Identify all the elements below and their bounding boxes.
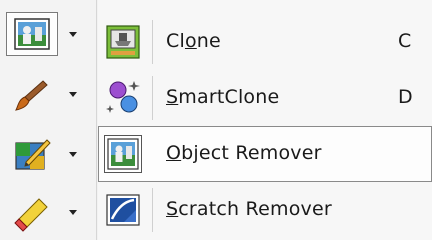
menu-item-label: Clone (166, 30, 221, 52)
smartclone-icon (106, 81, 140, 113)
tool-dropdown-arrow[interactable] (66, 88, 80, 100)
menu-item-smartclone[interactable]: SmartClone D (98, 70, 432, 126)
mnemonic: S (166, 86, 179, 108)
menu-item-object-remover[interactable]: Object Remover (98, 126, 432, 182)
menu-item-scratch-remover[interactable]: Scratch Remover (98, 182, 432, 238)
retouch-tools-menu: Clone C SmartClone D Object Remover Scra… (98, 0, 432, 240)
mnemonic: S (166, 198, 179, 220)
smartclone-icon-box (104, 79, 142, 117)
color-pencil-tool-icon-box[interactable] (6, 132, 58, 176)
mnemonic: O (166, 142, 182, 164)
menu-item-clone[interactable]: Clone C (98, 14, 432, 70)
dropdown-arrow-icon (69, 152, 77, 157)
eraser-icon (14, 198, 48, 232)
menu-item-label: Object Remover (166, 142, 322, 164)
object-remover-icon (107, 138, 139, 170)
icon-separator (152, 188, 153, 232)
clone-stamp-icon (106, 25, 140, 59)
scratch-remover-icon (106, 194, 140, 226)
pencil-palette-icon (15, 139, 51, 170)
icon-separator (152, 20, 153, 64)
brush-icon (15, 80, 48, 111)
dropdown-arrow-icon (69, 210, 77, 215)
dropdown-arrow-icon (69, 32, 77, 37)
object-remover-icon (14, 18, 50, 50)
shortcut-key: D (398, 86, 413, 108)
brush-tool-icon-box[interactable] (6, 72, 58, 116)
object-remover-tool-button[interactable] (4, 10, 92, 58)
tool-dropdown-arrow[interactable] (66, 28, 80, 40)
menu-item-label: SmartClone (166, 86, 280, 108)
tool-palette (0, 0, 96, 240)
brush-tool-button[interactable] (4, 70, 92, 118)
color-pencil-tool-button[interactable] (4, 130, 92, 178)
eraser-tool-button[interactable] (4, 188, 92, 236)
object-remover-tool-icon-box[interactable] (6, 12, 58, 56)
object-remover-icon-box (104, 135, 142, 173)
mnemonic: o (184, 30, 197, 52)
dropdown-arrow-icon (69, 92, 77, 97)
scratch-remover-icon-box (104, 191, 142, 229)
tool-dropdown-arrow[interactable] (66, 206, 80, 218)
tool-dropdown-arrow[interactable] (66, 148, 80, 160)
eraser-tool-icon-box[interactable] (6, 190, 58, 234)
clone-stamp-icon-box (104, 23, 142, 61)
menu-item-label: Scratch Remover (166, 198, 332, 220)
icon-separator (152, 76, 153, 120)
shortcut-key: C (398, 30, 412, 52)
